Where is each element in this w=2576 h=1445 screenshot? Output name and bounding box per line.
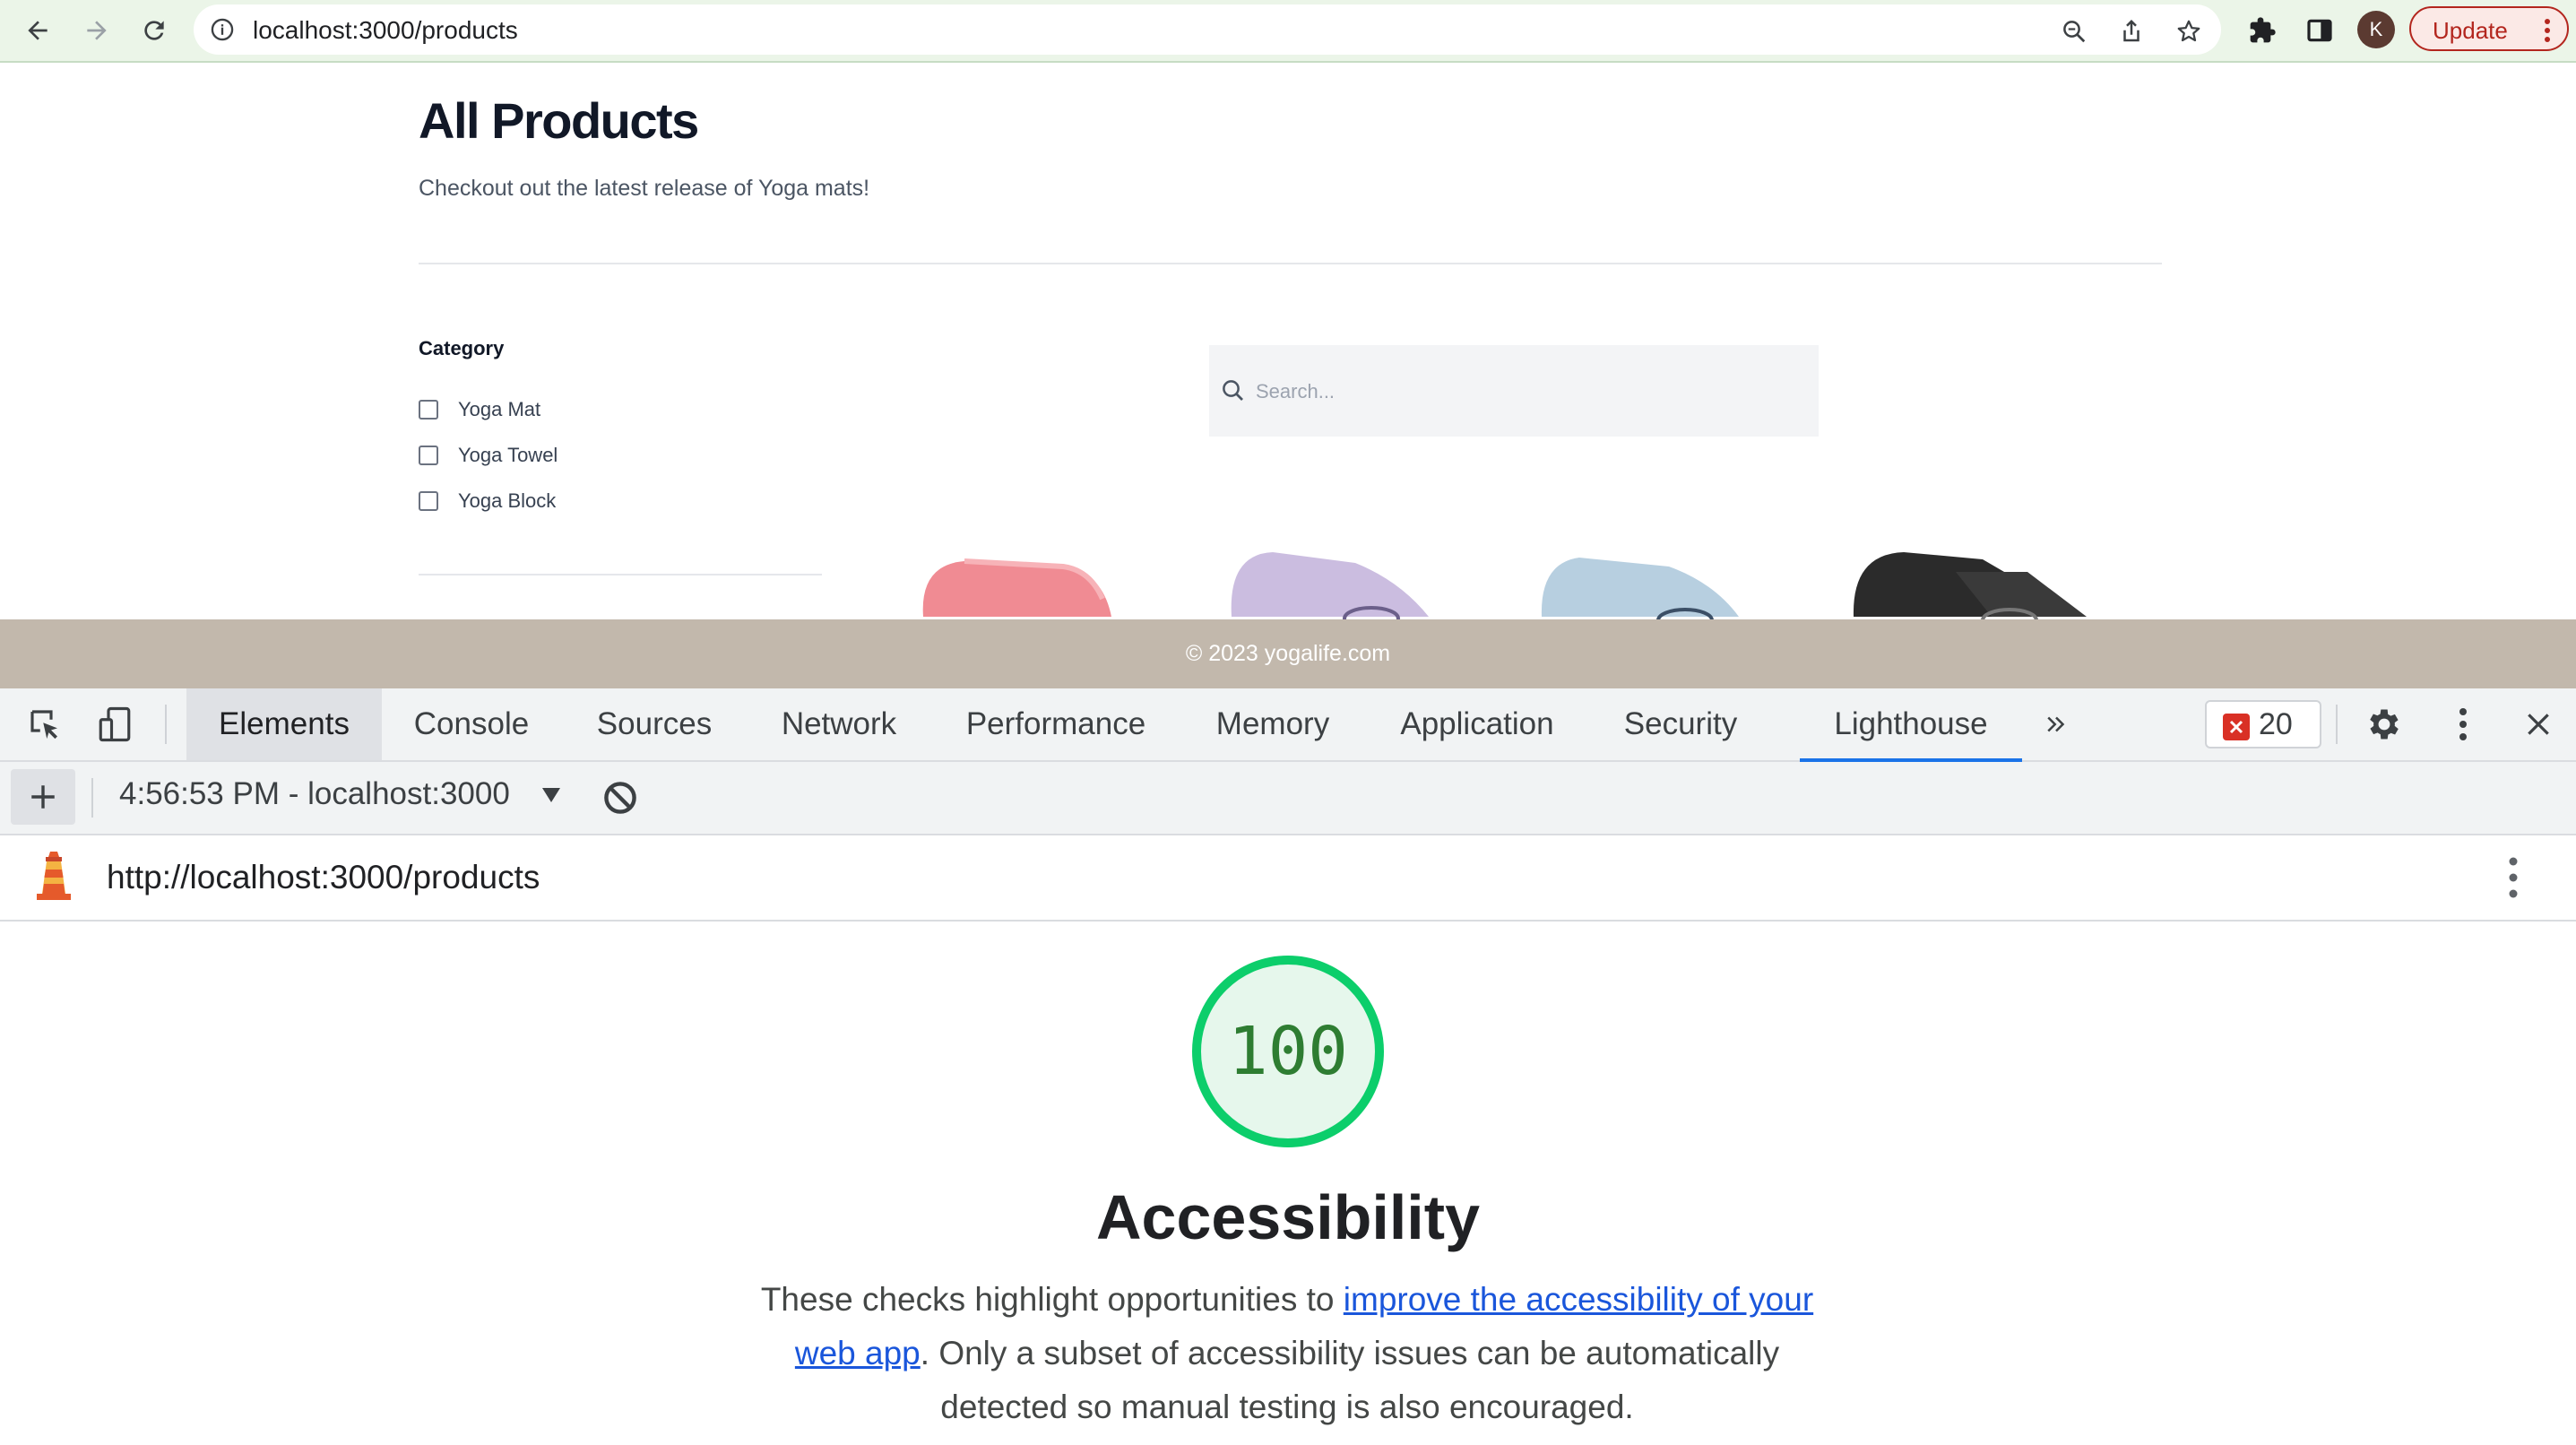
error-x-icon	[2223, 714, 2250, 740]
divider	[419, 263, 2162, 264]
toolbar-separator	[165, 705, 167, 744]
page-title: All Products	[419, 92, 699, 149]
category-description: These checks highlight opportunities to …	[749, 1273, 1825, 1434]
side-panel-icon[interactable]	[2300, 11, 2339, 50]
update-label: Update	[2433, 17, 2508, 44]
share-icon[interactable]	[2114, 13, 2149, 49]
address-url: localhost:3000/products	[253, 16, 518, 44]
browser-toolbar: localhost:3000/products K Update	[0, 0, 2576, 63]
category-label: Yoga Block	[458, 489, 557, 512]
new-report-button[interactable]	[11, 769, 75, 825]
error-count-badge[interactable]: 20	[2205, 700, 2321, 748]
more-tabs-chevron-icon[interactable]	[2035, 705, 2078, 744]
forward-button[interactable]	[75, 9, 118, 52]
profile-avatar[interactable]: K	[2357, 11, 2395, 48]
search-box[interactable]	[1209, 345, 1819, 437]
product-image-black-mat[interactable]	[1848, 545, 2099, 620]
product-image-lavender-mat[interactable]	[1221, 545, 1445, 620]
lighthouse-logo-icon	[34, 850, 73, 902]
bookmark-star-icon[interactable]	[2171, 13, 2207, 49]
arrow-right-icon	[87, 21, 107, 40]
product-image-pink-mat[interactable]	[911, 545, 1126, 620]
toolbar-separator	[91, 778, 93, 818]
product-image-blue-mat[interactable]	[1534, 545, 1759, 620]
page-footer: © 2023 yogalife.com	[0, 619, 2576, 688]
tab-elements[interactable]: Elements	[186, 688, 382, 760]
lighthouse-toolbar: 4:56:53 PM - localhost:3000	[0, 762, 2576, 835]
score-value: 100	[1228, 1013, 1348, 1090]
description-text-tail: . Only a subset of accessibility issues …	[920, 1335, 1780, 1425]
tab-network[interactable]: Network	[762, 688, 916, 760]
site-info-icon[interactable]	[210, 17, 235, 42]
inspect-element-icon[interactable]	[23, 705, 66, 744]
toolbar-separator	[2336, 705, 2338, 744]
dropdown-caret-icon[interactable]	[541, 787, 561, 803]
tab-application[interactable]: Application	[1380, 688, 1574, 760]
page-subtitle: Checkout out the latest release of Yoga …	[419, 176, 870, 201]
report-select[interactable]: 4:56:53 PM - localhost:3000	[119, 776, 510, 812]
tab-security[interactable]: Security	[1604, 688, 1757, 760]
footer-copyright: © 2023 yogalife.com	[1185, 641, 1391, 666]
device-toolbar-icon[interactable]	[93, 705, 136, 744]
tab-memory[interactable]: Memory	[1196, 688, 1350, 760]
close-devtools-icon[interactable]	[2517, 705, 2560, 744]
report-url: http://localhost:3000/products	[107, 859, 540, 896]
devtools-tab-bar: Elements Console Sources Network Perform…	[0, 688, 2576, 762]
address-bar[interactable]: localhost:3000/products	[194, 4, 2221, 55]
update-button[interactable]: Update	[2409, 6, 2569, 51]
search-input[interactable]	[1254, 372, 1795, 411]
category-label: Yoga Mat	[458, 398, 541, 420]
description-text: These checks highlight opportunities to	[760, 1281, 1344, 1318]
products-page: All Products Checkout out the latest rel…	[0, 63, 2576, 620]
back-button[interactable]	[16, 9, 59, 52]
category-heading: Accessibility	[1096, 1182, 1480, 1252]
reload-icon	[144, 21, 164, 40]
arrow-left-icon	[28, 21, 48, 40]
tab-sources[interactable]: Sources	[575, 688, 733, 760]
tab-performance[interactable]: Performance	[950, 688, 1162, 760]
category-title: Category	[419, 337, 505, 359]
clear-reports-icon[interactable]	[601, 778, 640, 818]
devtools-menu-kebab-icon[interactable]	[2442, 705, 2485, 744]
tab-console[interactable]: Console	[394, 688, 549, 760]
settings-gear-icon[interactable]	[2363, 705, 2406, 744]
lighthouse-report-header: http://localhost:3000/products	[0, 835, 2576, 922]
plus-icon	[31, 785, 55, 809]
checkbox[interactable]	[419, 400, 438, 420]
error-count: 20	[2259, 707, 2293, 741]
category-label: Yoga Towel	[458, 444, 558, 466]
divider	[419, 574, 822, 575]
zoom-icon[interactable]	[2056, 13, 2092, 49]
report-menu-kebab-icon[interactable]	[2495, 853, 2531, 902]
search-icon	[1220, 377, 1247, 404]
score-gauge: 100	[1190, 954, 1386, 1149]
avatar-initial: K	[2369, 18, 2383, 40]
tab-lighthouse[interactable]: Lighthouse	[1800, 688, 2022, 762]
chrome-menu-icon[interactable]	[2544, 18, 2551, 43]
reload-button[interactable]	[133, 9, 176, 52]
checkbox[interactable]	[419, 446, 438, 465]
extensions-puzzle-icon[interactable]	[2243, 11, 2282, 50]
checkbox[interactable]	[419, 491, 438, 511]
